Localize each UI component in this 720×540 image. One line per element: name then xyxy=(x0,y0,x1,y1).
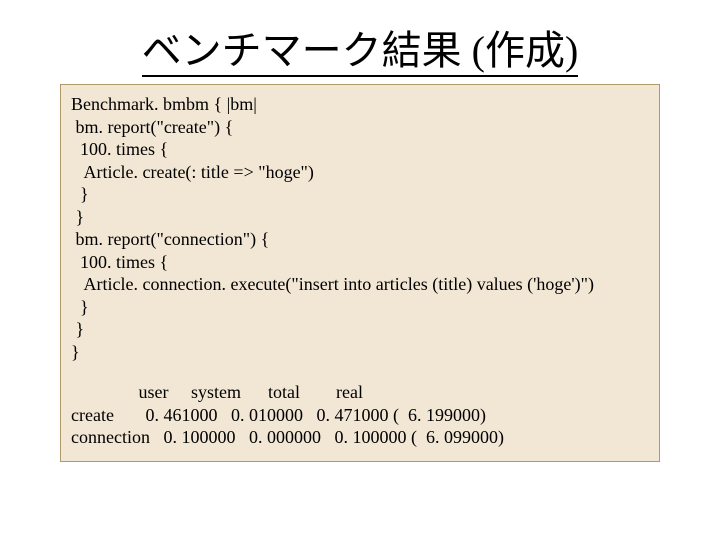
code-line: Article. connection. execute("insert int… xyxy=(71,273,649,296)
code-line: bm. report("create") { xyxy=(71,116,649,139)
results-header: user system total real xyxy=(71,381,649,404)
results-row: connection 0. 100000 0. 000000 0. 100000… xyxy=(71,426,649,449)
results-row: create 0. 461000 0. 010000 0. 471000 ( 6… xyxy=(71,404,649,427)
code-line: 100. times { xyxy=(71,251,649,274)
code-line: } xyxy=(71,183,649,206)
code-line: Benchmark. bmbm { |bm| xyxy=(71,93,649,116)
title-text: ベンチマーク結果 (作成) xyxy=(142,28,579,77)
code-line: bm. report("connection") { xyxy=(71,228,649,251)
slide: ベンチマーク結果 (作成) Benchmark. bmbm { |bm| bm.… xyxy=(0,0,720,540)
code-line: 100. times { xyxy=(71,138,649,161)
benchmark-results: user system total real create 0. 461000 … xyxy=(71,381,649,449)
code-line: } xyxy=(71,318,649,341)
code-line: } xyxy=(71,206,649,229)
code-line: } xyxy=(71,296,649,319)
code-line: Article. create(: title => "hoge") xyxy=(71,161,649,184)
code-line: } xyxy=(71,341,649,364)
page-title: ベンチマーク結果 (作成) xyxy=(0,0,720,84)
code-block: Benchmark. bmbm { |bm| bm. report("creat… xyxy=(60,84,660,462)
